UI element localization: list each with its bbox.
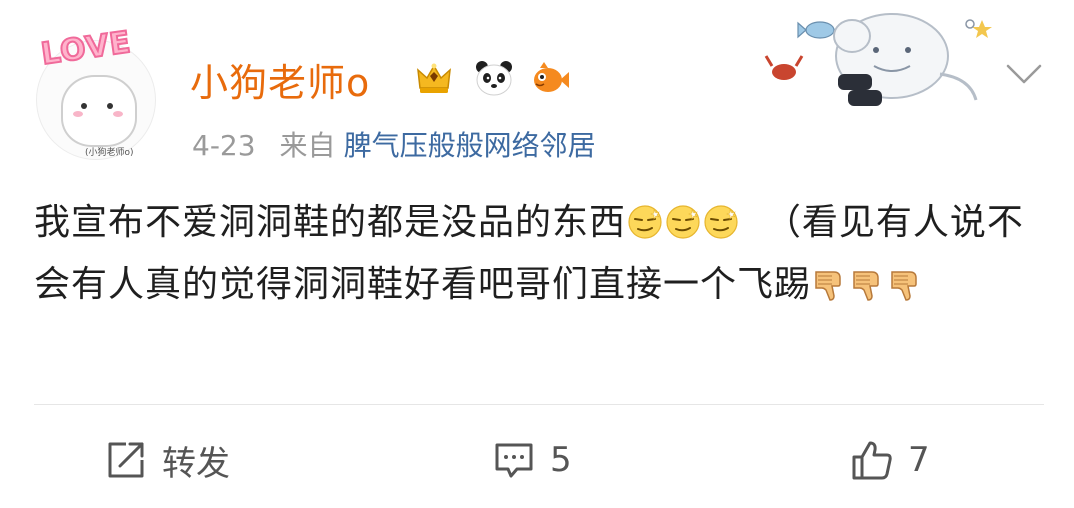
repost-icon	[108, 442, 144, 478]
thumbs-down-emoji-icon	[815, 271, 841, 301]
avatar[interactable]: LOVE (小狗老师o)	[36, 24, 156, 160]
avatar-cheek	[113, 111, 123, 117]
comment-count: 5	[550, 440, 572, 480]
avatar-eye	[81, 103, 87, 109]
smirk-emoji-icon	[666, 205, 700, 239]
avatar-dog-illustration: (小狗老师o)	[61, 75, 137, 158]
avatar-eye	[107, 103, 113, 109]
like-button[interactable]: 7	[850, 430, 930, 490]
smirk-emoji-icon	[628, 205, 662, 239]
white-dragon-illustration	[833, 13, 978, 106]
comment-icon	[495, 443, 533, 478]
post-date: 4-23	[192, 129, 256, 162]
smirk-emoji-icon	[704, 205, 738, 239]
post-content: 我宣布不爱洞洞鞋的都是没品的东西 （看见有人说不会有人真的觉得洞洞鞋好看吧哥们直…	[34, 192, 1044, 316]
fish-decoration	[797, 21, 835, 39]
star-decoration	[965, 19, 992, 38]
source-label: 来自	[279, 129, 336, 162]
crayfish-decoration	[764, 55, 804, 80]
thumbs-down-emoji-icon	[853, 271, 879, 301]
thumbs-down-emoji-icon	[891, 271, 917, 301]
decorative-card-art	[764, 13, 992, 106]
avatar-cheek	[73, 111, 83, 117]
comment-button[interactable]: 5	[492, 430, 572, 490]
chevron-down-icon[interactable]	[1004, 58, 1044, 90]
weibo-post: LOVE (小狗老师o) 小狗老师o 4-23 来自 脾气压般般网络邻居 我宣布…	[0, 0, 1074, 508]
panda-badge-icon[interactable]	[474, 58, 514, 98]
repost-button[interactable]: 转发	[104, 430, 230, 490]
post-text-line1: 我宣布不爱洞洞鞋的都是没品的东西	[34, 202, 627, 243]
like-icon	[852, 441, 892, 480]
fish-badge-icon[interactable]	[530, 58, 570, 98]
like-count: 7	[908, 440, 930, 480]
post-meta: 4-23 来自 脾气压般般网络邻居	[192, 124, 596, 164]
crown-badge-icon[interactable]	[414, 58, 454, 98]
divider	[34, 404, 1044, 405]
avatar-love-text: LOVE	[38, 24, 134, 73]
source-device-link[interactable]: 脾气压般般网络邻居	[344, 129, 596, 162]
avatar-tag: (小狗老师o)	[85, 148, 134, 158]
repost-label: 转发	[162, 443, 230, 484]
username[interactable]: 小狗老师o	[190, 52, 370, 107]
